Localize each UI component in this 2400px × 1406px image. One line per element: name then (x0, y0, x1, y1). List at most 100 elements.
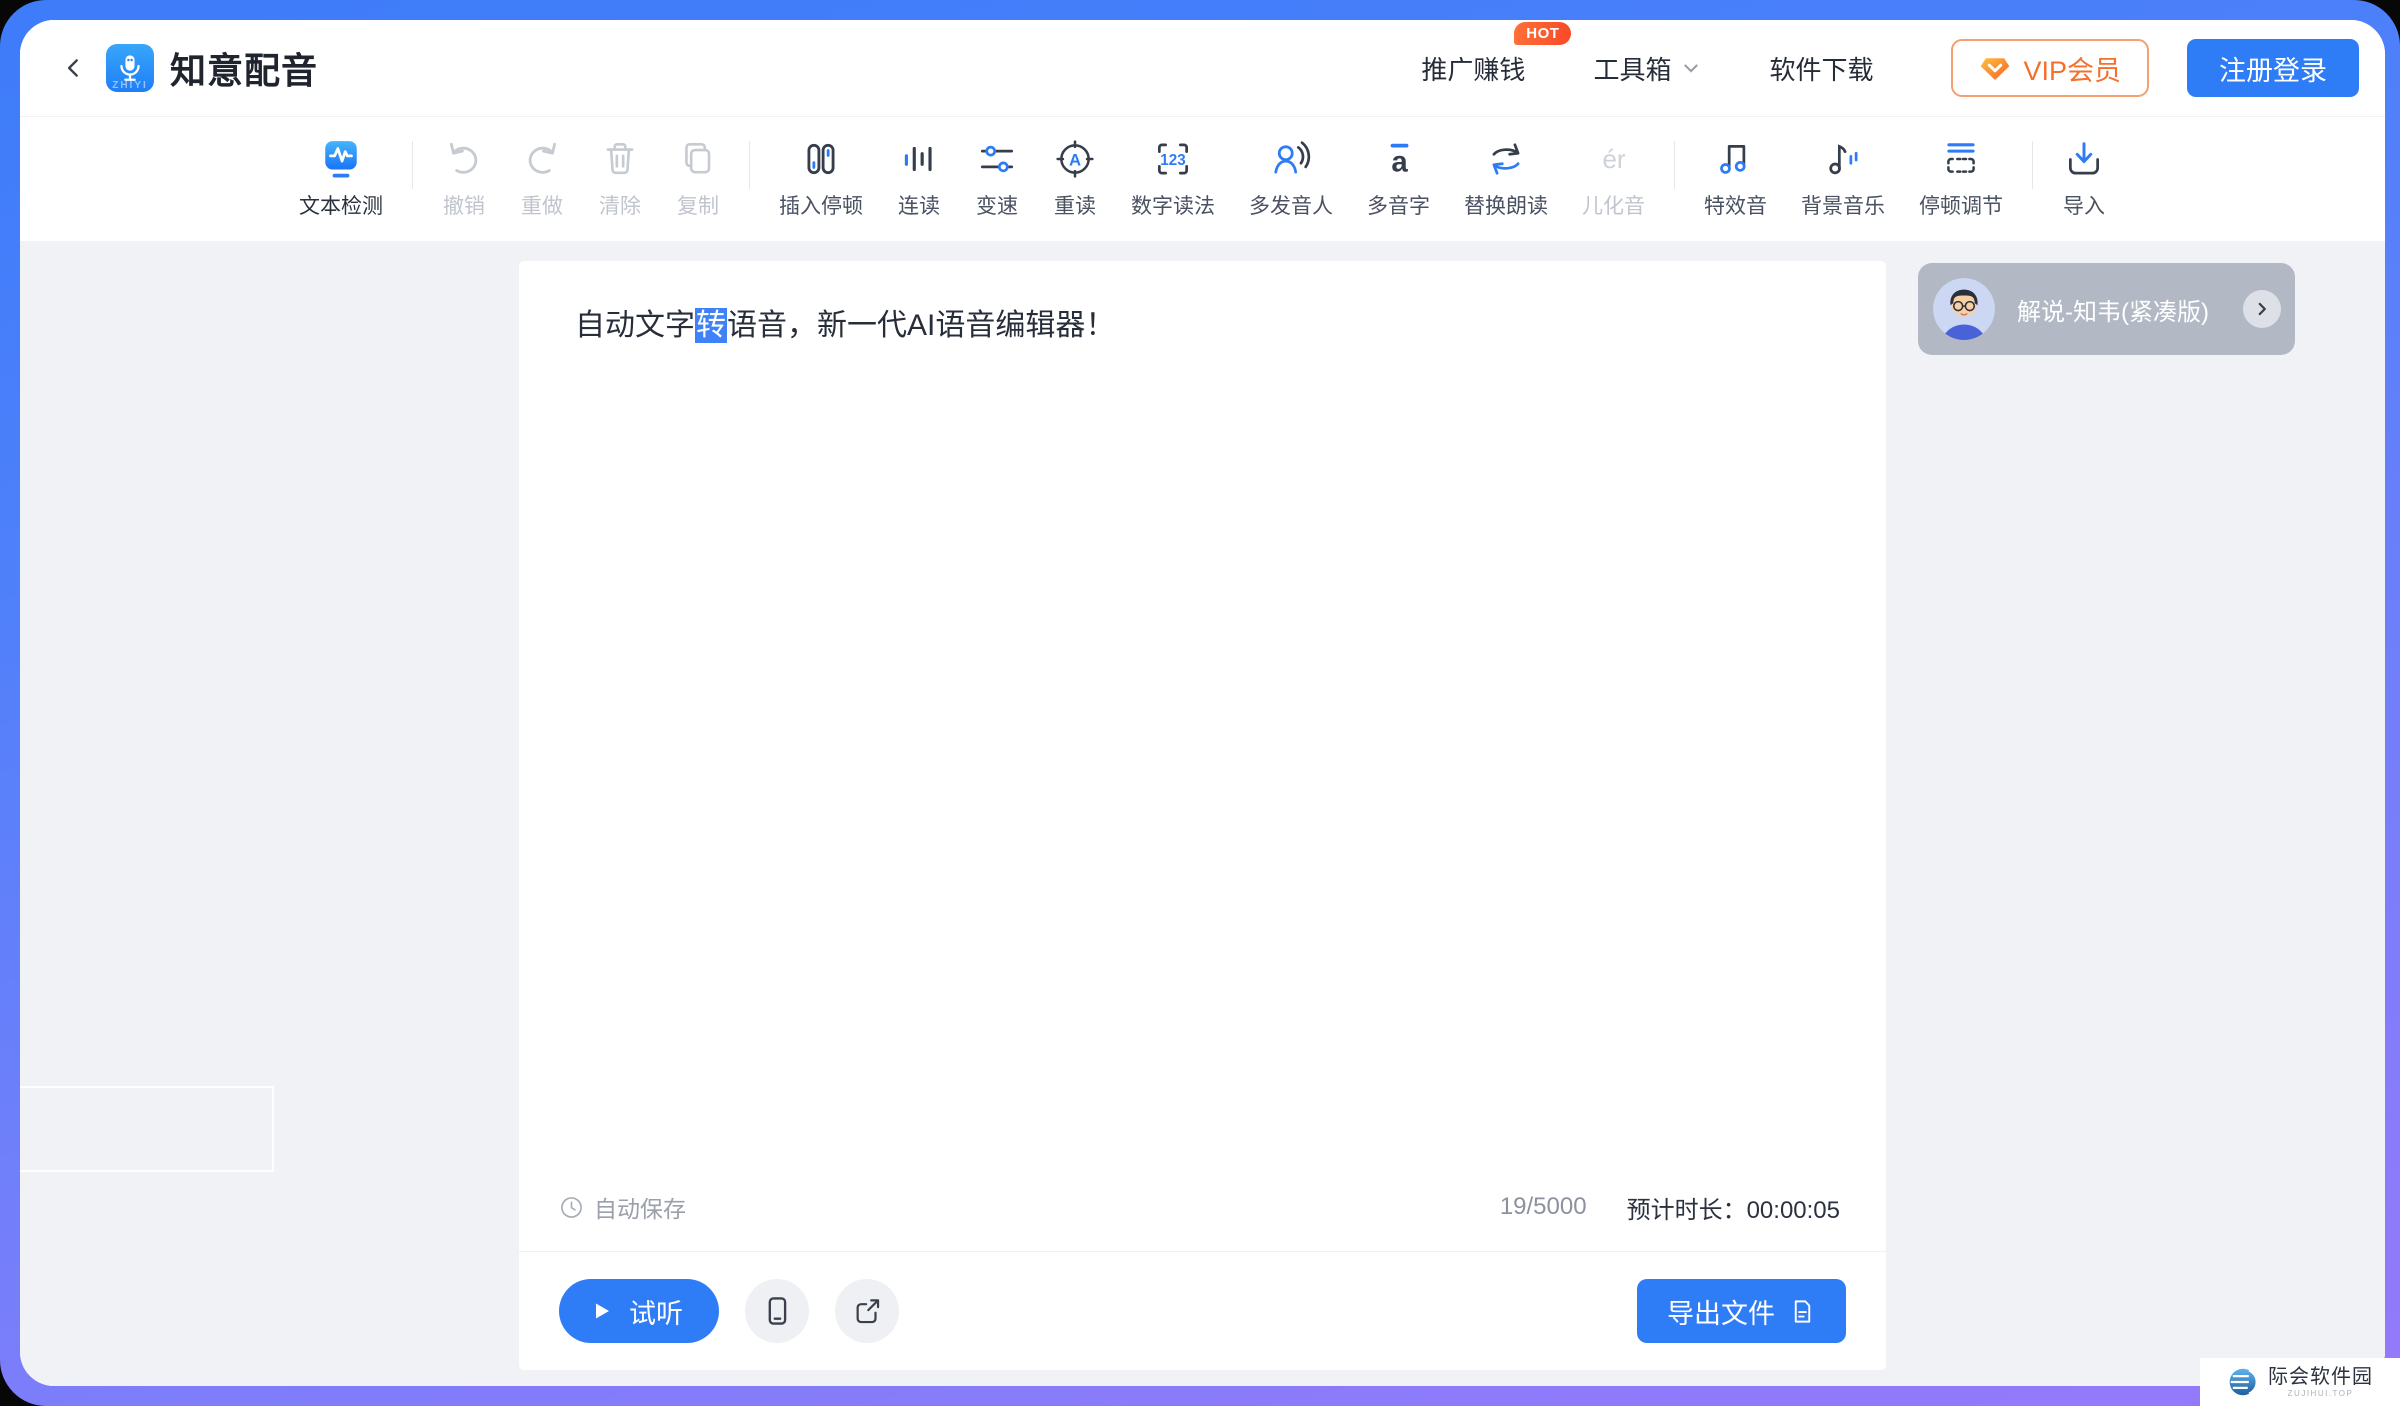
editor-text: 语音，新一代AI语音编辑器！ (727, 309, 1116, 342)
footer-row: 试听 导出文件 (519, 1252, 1886, 1370)
toolbar-divider (412, 141, 413, 189)
tool-undo: 撤销 (425, 137, 503, 220)
listen-button[interactable]: 试听 (559, 1279, 719, 1343)
tool-clear: 清除 (581, 137, 659, 220)
tool-replace-read[interactable]: 替换朗读 (1447, 137, 1565, 220)
multi-speaker-icon (1269, 137, 1313, 181)
tool-pause-adjust[interactable]: 停顿调节 (1902, 137, 2020, 220)
tool-label: 连读 (898, 195, 940, 218)
liaison-icon (897, 137, 941, 181)
tool-label: 特效音 (1704, 195, 1767, 218)
tool-label: 插入停顿 (779, 195, 863, 218)
svg-text:A: A (1069, 150, 1081, 169)
tool-number-read[interactable]: 123 数字读法 (1114, 137, 1232, 220)
tool-label: 停顿调节 (1919, 195, 2003, 218)
login-button[interactable]: 注册登录 (2187, 39, 2359, 97)
emphasis-icon: A (1053, 137, 1097, 181)
bgm-icon (1821, 137, 1865, 181)
globe-logo-icon (2229, 1368, 2260, 1396)
editor-text-area[interactable]: 自动文字转语音，新一代AI语音编辑器！ (519, 261, 1886, 1177)
share-icon (856, 1299, 880, 1324)
toolbar-divider (749, 141, 750, 189)
insert-pause-icon (799, 137, 843, 181)
tool-polyphonic[interactable]: a 多音字 (1350, 137, 1447, 220)
estimated-duration: 预计时长：00:00:05 (1626, 1196, 1840, 1224)
autosave-status: 自动保存 (559, 1190, 686, 1224)
tool-label: 数字读法 (1131, 195, 1215, 218)
speed-icon (975, 137, 1019, 181)
toolbar-divider (1674, 141, 1675, 189)
watermark-title: 际会软件园 (2268, 1365, 2373, 1388)
tool-label: 清除 (599, 195, 641, 218)
tool-emphasis[interactable]: A 重读 (1036, 137, 1114, 220)
toolbar: 文本检测 撤销 重做 清除 复制 插入停顿 连读 变速 A 重读 123 数字读法 多发音人 a 多音字 替换… (20, 117, 2385, 241)
clock-icon (561, 1196, 582, 1218)
tool-sfx[interactable]: 特效音 (1687, 137, 1784, 220)
sfx-icon (1714, 137, 1758, 181)
watermark-domain: ZUJIHUI.TOP (2287, 1388, 2354, 1398)
tool-import[interactable]: 导入 (2045, 137, 2123, 220)
app-logo: ZHIYI (106, 44, 154, 92)
tool-speed[interactable]: 变速 (958, 137, 1036, 220)
tool-label: 重读 (1054, 195, 1096, 218)
copy-icon (676, 137, 720, 181)
tool-redo: 重做 (503, 137, 581, 220)
tool-label: 复制 (677, 195, 719, 218)
tool-insert-pause[interactable]: 插入停顿 (762, 137, 880, 220)
ghost-panel-outline (20, 1086, 274, 1172)
tool-copy: 复制 (659, 137, 737, 220)
logo-subtext: ZHIYI (112, 80, 148, 91)
chevron-down-icon (1684, 64, 1699, 73)
tool-label: 重做 (521, 195, 563, 218)
nav-item-toolbox[interactable]: 工具箱 (1593, 50, 1701, 87)
mobile-preview-button[interactable] (745, 1279, 809, 1343)
page-title: 知意配音 (170, 50, 319, 91)
editor-selected-text: 转 (695, 308, 727, 343)
phone-icon (768, 1297, 787, 1325)
tool-erhua: ér 儿化音 (1565, 137, 1662, 220)
nav-item-promo[interactable]: 推广赚钱 HOT (1421, 21, 1572, 87)
voice-card-chevron-button[interactable] (2243, 290, 2281, 328)
chevron-right-icon (2258, 302, 2266, 316)
clear-icon (598, 137, 642, 181)
polyphonic-icon: a (1377, 137, 1421, 181)
tool-label: 多音字 (1367, 195, 1430, 218)
nav-item-download[interactable]: 软件下载 (1769, 50, 1873, 87)
tool-label: 文本检测 (299, 195, 383, 218)
vip-button[interactable]: VIP会员 (1951, 39, 2149, 97)
back-button[interactable] (54, 48, 94, 88)
editor-panel: 自动文字转语音，新一代AI语音编辑器！ 自动保存 19/5000 预计时长：00… (519, 261, 1886, 1370)
document-icon (1794, 1299, 1811, 1323)
tool-label: 背景音乐 (1801, 195, 1885, 218)
svg-text:ér: ér (1602, 144, 1626, 174)
tool-multi-speaker[interactable]: 多发音人 (1232, 137, 1350, 220)
share-button[interactable] (835, 1279, 899, 1343)
vip-gem-icon (1981, 58, 2010, 80)
main-area: 自动文字转语音，新一代AI语音编辑器！ 自动保存 19/5000 预计时长：00… (20, 241, 2385, 1386)
play-icon (596, 1303, 609, 1319)
pause-adjust-icon (1939, 137, 1983, 181)
export-button[interactable]: 导出文件 (1637, 1279, 1846, 1343)
tool-bgm[interactable]: 背景音乐 (1784, 137, 1902, 220)
replace-read-icon (1484, 137, 1528, 181)
editor-text: 自动文字 (575, 309, 695, 342)
voice-name: 解说-知韦(紧凑版) (2017, 298, 2209, 326)
toolbar-divider (2032, 141, 2033, 189)
voice-selector-card[interactable]: 解说-知韦(紧凑版) (1918, 263, 2295, 355)
watermark: 际会软件园 ZUJIHUI.TOP (2200, 1358, 2400, 1406)
app-window: ZHIYI 知意配音 推广赚钱 HOT 工具箱 软件下载 VIP会员 注册登录 … (20, 20, 2385, 1386)
tool-label: 替换朗读 (1464, 195, 1548, 218)
header: ZHIYI 知意配音 推广赚钱 HOT 工具箱 软件下载 VIP会员 注册登录 (20, 20, 2385, 117)
voice-avatar (1933, 278, 1995, 340)
tool-label: 变速 (976, 195, 1018, 218)
tool-label: 儿化音 (1582, 195, 1645, 218)
text-check-icon (319, 137, 363, 181)
erhua-icon: ér (1592, 137, 1636, 181)
tool-text-check[interactable]: 文本检测 (282, 137, 400, 220)
tool-liaison[interactable]: 连读 (880, 137, 958, 220)
svg-text:123: 123 (1160, 152, 1185, 169)
char-count: 19/5000 (1499, 1193, 1587, 1220)
import-icon (2062, 137, 2106, 181)
tool-label: 多发音人 (1249, 195, 1333, 218)
tool-label: 撤销 (443, 195, 485, 218)
